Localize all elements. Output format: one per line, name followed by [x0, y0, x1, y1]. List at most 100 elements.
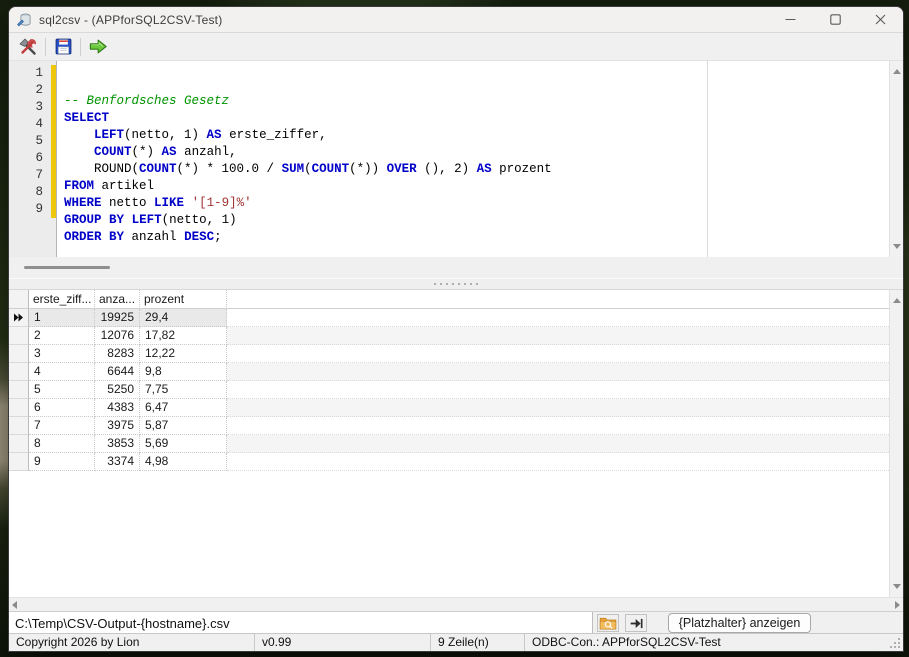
grid-horizontal-scrollbar[interactable] — [9, 597, 903, 611]
open-output-button[interactable] — [625, 614, 647, 632]
scroll-left-icon[interactable] — [12, 601, 17, 609]
scroll-up-icon[interactable] — [893, 298, 901, 303]
table-cell[interactable]: 4383 — [95, 399, 140, 417]
grid-header-cells: erste_ziff...anza...prozent — [29, 290, 227, 309]
resize-grip[interactable] — [889, 637, 901, 649]
table-cell[interactable]: 6,47 — [140, 399, 227, 417]
table-cell[interactable]: 9,8 — [140, 363, 227, 381]
line-number: 2 — [9, 82, 43, 99]
column-header[interactable]: erste_ziff... — [29, 290, 95, 309]
table-cell[interactable]: 6644 — [95, 363, 140, 381]
table-cell[interactable]: 5 — [29, 381, 95, 399]
row-filler — [227, 399, 889, 417]
table-row[interactable]: 466449,8 — [9, 363, 889, 381]
table-cell[interactable]: 5250 — [95, 381, 140, 399]
row-filler — [227, 381, 889, 399]
table-cell[interactable]: 6 — [29, 399, 95, 417]
table-cell[interactable]: 3853 — [95, 435, 140, 453]
table-cell[interactable]: 12,22 — [140, 345, 227, 363]
table-row[interactable]: 3828312,22 — [9, 345, 889, 363]
code-area[interactable]: -- Benfordsches GesetzSELECT LEFT(netto,… — [58, 61, 889, 257]
line-number: 9 — [9, 201, 43, 218]
table-row[interactable]: 933744,98 — [9, 453, 889, 471]
editor-horizontal-scrollbar[interactable] — [9, 257, 903, 278]
table-row[interactable]: 11992529,4 — [9, 309, 889, 327]
hscroll-thumb[interactable] — [24, 266, 110, 269]
code-line[interactable]: LEFT(netto, 1) AS erste_ziffer, — [64, 127, 889, 144]
table-row[interactable]: 552507,75 — [9, 381, 889, 399]
column-header[interactable]: prozent — [140, 290, 227, 309]
table-cell[interactable]: 4,98 — [140, 453, 227, 471]
column-header[interactable]: anza... — [95, 290, 140, 309]
table-cell[interactable]: 1 — [29, 309, 95, 327]
run-button[interactable] — [85, 35, 111, 59]
settings-button[interactable] — [15, 35, 41, 59]
csv-output-path-input[interactable] — [9, 612, 593, 634]
row-header[interactable] — [9, 399, 29, 417]
table-cell[interactable]: 4 — [29, 363, 95, 381]
table-cell[interactable]: 17,82 — [140, 327, 227, 345]
table-cell[interactable]: 29,4 — [140, 309, 227, 327]
statusbar-rowcount: 9 Zeile(n) — [431, 634, 525, 651]
save-button[interactable] — [50, 35, 76, 59]
statusbar: Copyright 2026 by Lion v0.99 9 Zeile(n) … — [9, 633, 903, 651]
table-cell[interactable]: 3975 — [95, 417, 140, 435]
code-line[interactable]: ORDER BY anzahl DESC; — [64, 229, 889, 246]
current-row-marker-icon — [13, 313, 24, 322]
browse-folder-button[interactable] — [597, 614, 619, 632]
grid-vertical-scrollbar[interactable] — [889, 290, 903, 597]
scroll-right-icon[interactable] — [895, 601, 900, 609]
code-line[interactable]: WHERE netto LIKE '[1-9]%' — [64, 195, 889, 212]
close-button[interactable] — [858, 7, 903, 32]
table-cell[interactable]: 7,75 — [140, 381, 227, 399]
code-line[interactable]: FROM artikel — [64, 178, 889, 195]
row-header[interactable] — [9, 435, 29, 453]
code-line[interactable]: ROUND(COUNT(*) * 100.0 / SUM(COUNT(*)) O… — [64, 161, 889, 178]
table-row[interactable]: 643836,47 — [9, 399, 889, 417]
row-header[interactable] — [9, 327, 29, 345]
right-margin-guide — [707, 61, 708, 257]
sql-editor[interactable]: 123456789 -- Benfordsches GesetzSELECT L… — [9, 61, 903, 257]
maximize-button[interactable] — [813, 7, 858, 32]
table-cell[interactable]: 7 — [29, 417, 95, 435]
row-header[interactable] — [9, 345, 29, 363]
gutter-numbers: 123456789 — [9, 61, 56, 218]
line-number: 1 — [9, 65, 43, 82]
save-icon — [54, 37, 73, 56]
minimize-icon — [785, 14, 796, 25]
row-header[interactable] — [9, 453, 29, 471]
code-line[interactable]: -- Benfordsches Gesetz — [64, 93, 889, 110]
line-number: 5 — [9, 133, 43, 150]
grid-corner-cell[interactable] — [9, 290, 29, 309]
table-cell[interactable]: 19925 — [95, 309, 140, 327]
show-placeholders-button[interactable]: {Platzhalter} anzeigen — [668, 613, 811, 633]
row-header[interactable] — [9, 363, 29, 381]
table-cell[interactable]: 8283 — [95, 345, 140, 363]
table-cell[interactable]: 12076 — [95, 327, 140, 345]
code-line[interactable]: GROUP BY LEFT(netto, 1) — [64, 212, 889, 229]
table-row[interactable]: 838535,69 — [9, 435, 889, 453]
scroll-down-icon[interactable] — [893, 244, 901, 249]
splitter-handle[interactable] — [9, 278, 903, 290]
code-line[interactable]: COUNT(*) AS anzahl, — [64, 144, 889, 161]
row-header[interactable] — [9, 381, 29, 399]
table-cell[interactable]: 5,69 — [140, 435, 227, 453]
table-row[interactable]: 21207617,82 — [9, 327, 889, 345]
table-cell[interactable]: 3 — [29, 345, 95, 363]
table-cell[interactable]: 8 — [29, 435, 95, 453]
scroll-up-icon[interactable] — [893, 69, 901, 74]
row-filler — [227, 363, 889, 381]
table-cell[interactable]: 3374 — [95, 453, 140, 471]
table-row[interactable]: 739755,87 — [9, 417, 889, 435]
table-cell[interactable]: 5,87 — [140, 417, 227, 435]
row-header[interactable] — [9, 309, 29, 327]
minimize-button[interactable] — [768, 7, 813, 32]
editor-vertical-scrollbar[interactable] — [889, 61, 903, 257]
row-header[interactable] — [9, 417, 29, 435]
scroll-down-icon[interactable] — [893, 584, 901, 589]
titlebar[interactable]: sql2csv - (APPforSQL2CSV-Test) — [9, 7, 903, 33]
row-filler — [227, 453, 889, 471]
table-cell[interactable]: 2 — [29, 327, 95, 345]
code-line[interactable]: SELECT — [64, 110, 889, 127]
table-cell[interactable]: 9 — [29, 453, 95, 471]
